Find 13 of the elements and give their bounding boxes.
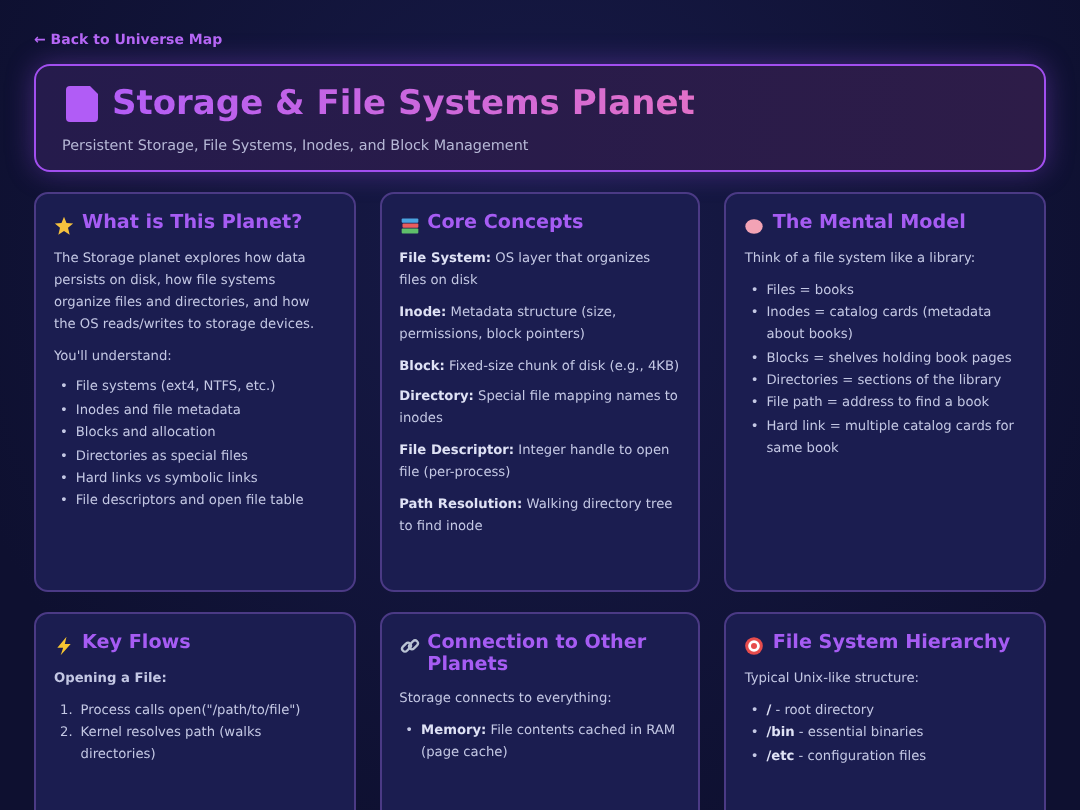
books-icon: [399, 216, 420, 236]
card-title: The Mental Model: [772, 212, 966, 235]
star-icon: [54, 216, 74, 236]
page-title: Storage & File Systems Planet: [112, 84, 695, 124]
card-title: Key Flows: [82, 632, 191, 655]
card-title: Connection to Other Planets: [427, 632, 649, 677]
card-title: What is This Planet?: [82, 212, 303, 235]
target-icon: [744, 636, 765, 656]
card-title: Core Concepts: [427, 212, 584, 235]
link-icon: [399, 636, 420, 656]
card-title: File System Hierarchy: [772, 632, 1011, 655]
document-icon: [62, 84, 102, 124]
lightning-icon: [54, 636, 74, 656]
